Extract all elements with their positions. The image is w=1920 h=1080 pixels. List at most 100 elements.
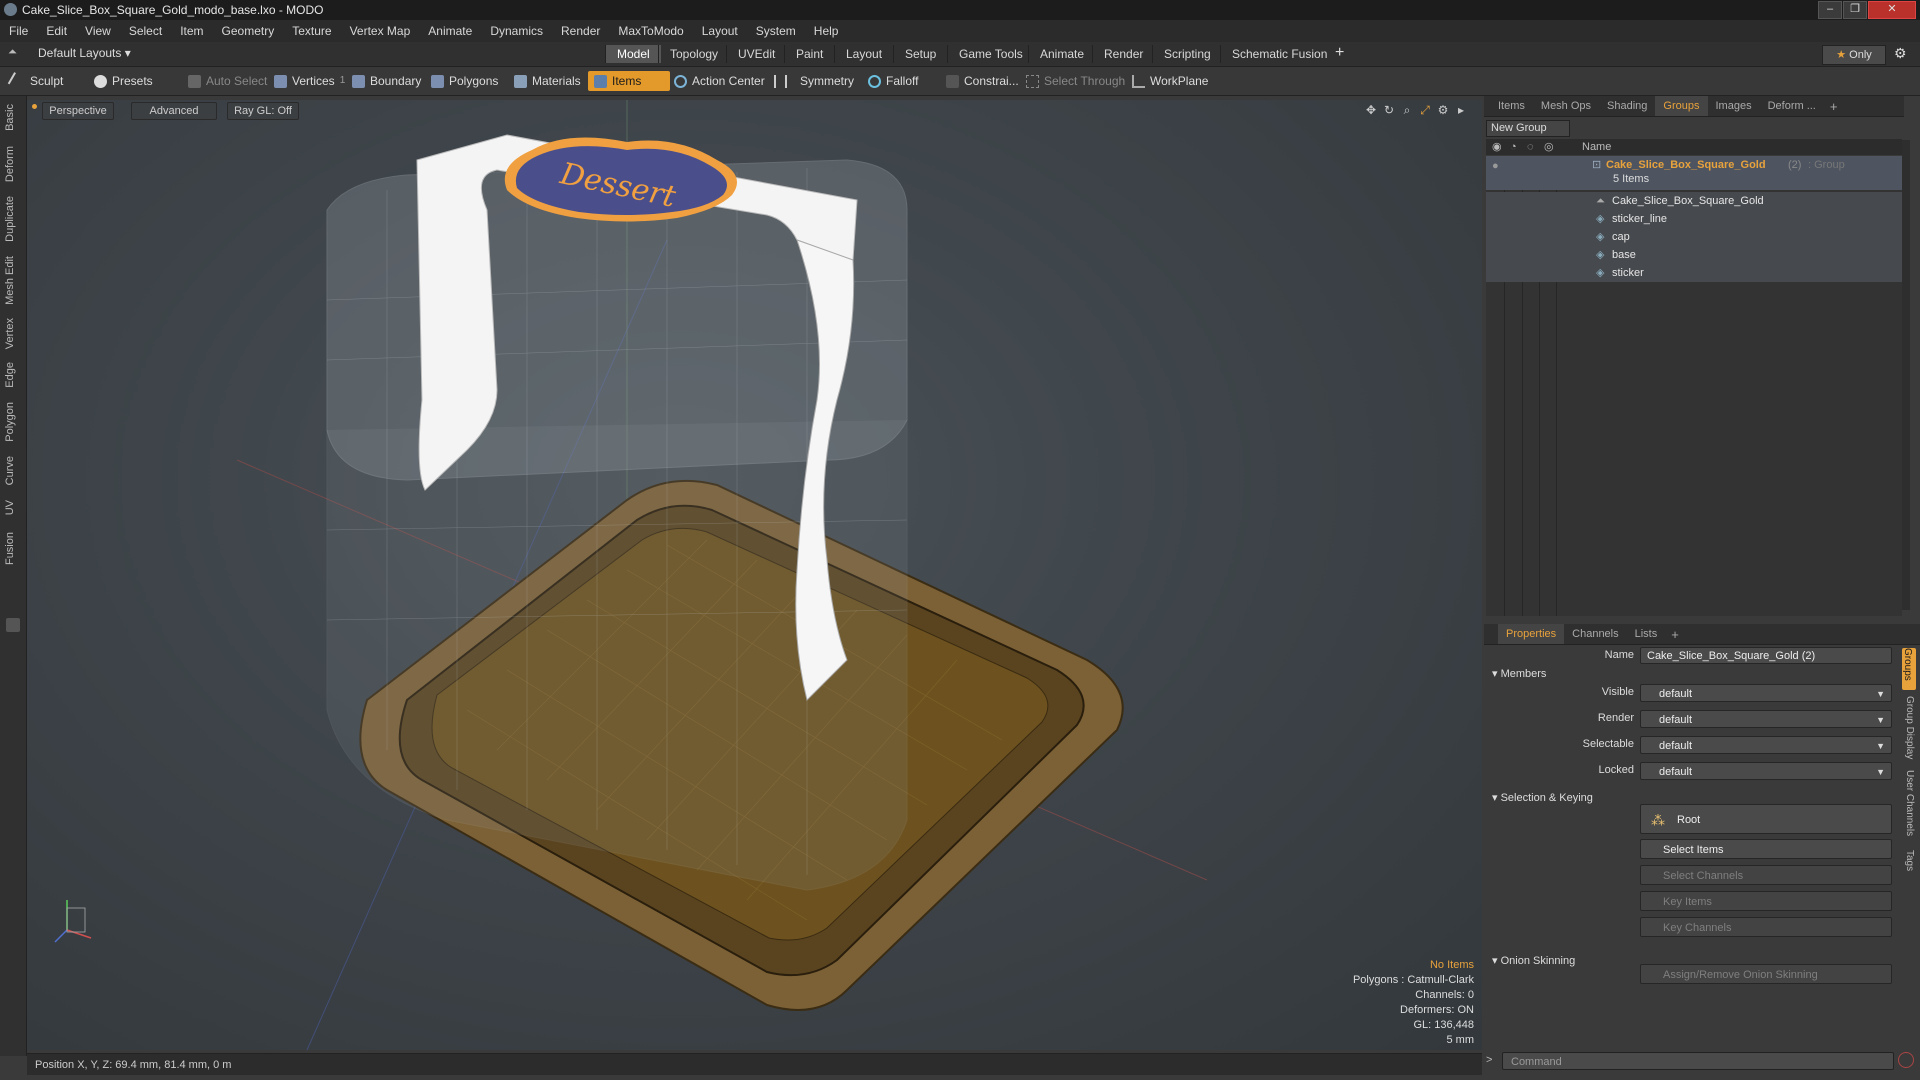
tab-deform[interactable]: Deform ...	[1760, 96, 1824, 116]
menu-file[interactable]: File	[0, 24, 37, 38]
sculpt-button[interactable]: Sculpt	[4, 71, 96, 91]
menu-layout[interactable]: Layout	[693, 24, 747, 38]
tab-duplicate[interactable]: Duplicate	[4, 196, 16, 242]
key-channels-button[interactable]: Key Channels	[1640, 917, 1892, 937]
3d-viewport[interactable]: Dessert	[27, 100, 1482, 1050]
side-tab-groups[interactable]: Groups	[1902, 648, 1916, 690]
menu-render[interactable]: Render	[552, 24, 609, 38]
workplane-button[interactable]: WorkPlane	[1126, 71, 1214, 91]
tab-uv[interactable]: UV	[4, 500, 16, 515]
menu-animate[interactable]: Animate	[419, 24, 481, 38]
name-field[interactable]: Cake_Slice_Box_Square_Gold (2)	[1640, 647, 1892, 664]
key-items-button[interactable]: Key Items	[1640, 891, 1892, 911]
members-section[interactable]: ▾ Members	[1492, 667, 1546, 680]
tab-vertex[interactable]: Vertex	[4, 318, 16, 349]
menu-select[interactable]: Select	[120, 24, 171, 38]
record-icon[interactable]	[1898, 1052, 1914, 1068]
constraints-button[interactable]: Constrai...	[940, 71, 1025, 91]
group-row[interactable]: ● ⊡ Cake_Slice_Box_Square_Gold (2) : Gro…	[1486, 156, 1902, 190]
add-panel-tab-button[interactable]: +	[1824, 99, 1844, 114]
tab-groups[interactable]: Groups	[1655, 96, 1708, 116]
tree-item-cap[interactable]: ◈ cap	[1486, 228, 1902, 246]
tab-fusion[interactable]: Fusion	[4, 532, 16, 565]
tree-item-cake-slice-box[interactable]: ⏶ Cake_Slice_Box_Square_Gold	[1486, 192, 1902, 210]
command-input[interactable]: Command	[1502, 1052, 1894, 1070]
viewport-settings-icon[interactable]: ⚙	[1436, 103, 1450, 117]
side-tab-user-channels[interactable]: User Channels	[1904, 770, 1915, 839]
render-dropdown[interactable]: default ▼	[1640, 710, 1892, 728]
maximize-view-icon[interactable]: ⤢	[1418, 103, 1432, 117]
tab-edge[interactable]: Edge	[4, 362, 16, 388]
tab-curve[interactable]: Curve	[4, 456, 16, 485]
command-expand-icon[interactable]: >	[1486, 1054, 1492, 1066]
tab-mesh-edit[interactable]: Mesh Edit	[4, 256, 16, 305]
root-button[interactable]: ⁂ Root	[1640, 804, 1892, 834]
move-view-icon[interactable]: ✥	[1364, 103, 1378, 117]
presets-button[interactable]: Presets	[88, 71, 180, 91]
tab-render[interactable]: Render	[1092, 45, 1154, 63]
eye-column-icon[interactable]: ◉	[1492, 139, 1502, 155]
name-column-header[interactable]: Name	[1582, 139, 1611, 155]
tab-images[interactable]: Images	[1708, 96, 1760, 116]
selectable-dropdown[interactable]: default ▼	[1640, 736, 1892, 754]
groups-scrollbar[interactable]	[1902, 140, 1910, 610]
menu-help[interactable]: Help	[805, 24, 848, 38]
vertices-button[interactable]: Vertices 1	[268, 71, 351, 91]
add-tab-button[interactable]: +	[1335, 44, 1344, 62]
render-column-icon[interactable]: ◔	[1510, 139, 1517, 155]
menu-view[interactable]: View	[76, 24, 120, 38]
view-perspective-dropdown[interactable]: Perspective	[42, 102, 114, 120]
materials-button[interactable]: Materials	[508, 71, 587, 91]
tab-animate[interactable]: Animate	[1028, 45, 1095, 63]
tab-schematic-fusion[interactable]: Schematic Fusion	[1220, 45, 1338, 63]
tab-paint[interactable]: Paint	[784, 45, 834, 63]
tree-item-sticker[interactable]: ◈ sticker	[1486, 264, 1902, 282]
tab-scripting[interactable]: Scripting	[1152, 45, 1222, 63]
onion-skinning-section[interactable]: ▾ Onion Skinning	[1492, 954, 1575, 967]
add-props-tab-button[interactable]: +	[1665, 627, 1685, 642]
tab-basic[interactable]: Basic	[4, 104, 16, 131]
maximize-button[interactable]: ❐	[1843, 1, 1867, 19]
tab-topology[interactable]: Topology	[658, 45, 729, 63]
menu-maxtomodo[interactable]: MaxToModo	[609, 24, 692, 38]
visible-dropdown[interactable]: default ▼	[1640, 684, 1892, 702]
tree-item-sticker-line[interactable]: ◈ sticker_line	[1486, 210, 1902, 228]
only-toggle[interactable]: ★ Only	[1822, 45, 1886, 65]
tab-polygon[interactable]: Polygon	[4, 402, 16, 442]
polygons-button[interactable]: Polygons	[425, 71, 504, 91]
falloff-button[interactable]: Falloff	[862, 71, 924, 91]
symmetry-button[interactable]: Symmetry	[768, 71, 860, 91]
default-layouts-dropdown[interactable]: Default Layouts ▾	[38, 46, 131, 60]
layout-menu-icon[interactable]: ⏶	[8, 46, 17, 59]
viewport-menu-icon[interactable]: ▸	[1454, 103, 1468, 117]
select-column-icon[interactable]: ◎	[1544, 139, 1554, 155]
onion-skinning-button[interactable]: Assign/Remove Onion Skinning	[1640, 964, 1892, 984]
group-visible-icon[interactable]: ●	[1492, 157, 1499, 175]
close-button[interactable]: ✕	[1868, 1, 1916, 19]
panel-toggle-icon[interactable]	[6, 618, 20, 632]
tab-setup[interactable]: Setup	[893, 45, 947, 63]
tab-layout[interactable]: Layout	[834, 45, 893, 63]
lock-column-icon[interactable]: ◌	[1527, 139, 1534, 155]
tab-model[interactable]: Model	[605, 45, 661, 63]
menu-geometry[interactable]: Geometry	[213, 24, 284, 38]
tab-uvedit[interactable]: UVEdit	[726, 45, 786, 63]
tab-game-tools[interactable]: Game Tools	[947, 45, 1034, 63]
new-group-button[interactable]: New Group	[1486, 120, 1570, 137]
auto-select-button[interactable]: Auto Select	[182, 71, 273, 91]
gear-icon[interactable]: ⚙	[1894, 45, 1907, 62]
side-tab-group-display[interactable]: Group Display	[1904, 696, 1915, 762]
menu-dynamics[interactable]: Dynamics	[481, 24, 552, 38]
raygl-toggle[interactable]: Ray GL: Off	[227, 102, 299, 120]
tab-deform[interactable]: Deform	[4, 146, 16, 182]
side-tab-tags[interactable]: Tags	[1904, 850, 1915, 874]
tab-lists[interactable]: Lists	[1627, 624, 1666, 644]
zoom-view-icon[interactable]: ⌕	[1400, 103, 1414, 117]
select-channels-button[interactable]: Select Channels	[1640, 865, 1892, 885]
tree-item-base[interactable]: ◈ base	[1486, 246, 1902, 264]
action-center-button[interactable]: Action Center	[668, 71, 771, 91]
select-items-button[interactable]: Select Items	[1640, 839, 1892, 859]
boundary-button[interactable]: Boundary	[346, 71, 427, 91]
tab-channels[interactable]: Channels	[1564, 624, 1626, 644]
selection-keying-section[interactable]: ▾ Selection & Keying	[1492, 791, 1593, 804]
